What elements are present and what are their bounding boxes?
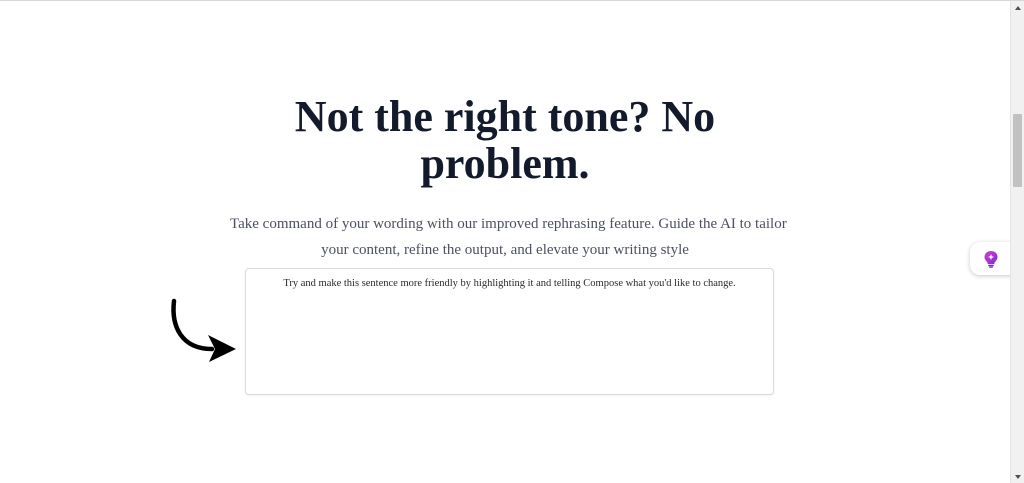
editor-sample-text[interactable]: Try and make this sentence more friendly…	[246, 277, 773, 291]
description-line-1: Take command of your wording with our im…	[230, 216, 787, 232]
headline-line-2: problem.	[420, 139, 590, 188]
vertical-scrollbar[interactable]	[1010, 1, 1024, 483]
browser-viewport: Not the right tone? No problem. Take com…	[0, 0, 1024, 483]
scroll-down-button[interactable]	[1011, 470, 1024, 483]
section-description: Take command of your wording with our im…	[230, 211, 787, 263]
page-content: Not the right tone? No problem. Take com…	[0, 1, 1010, 483]
scroll-up-button[interactable]	[1011, 1, 1024, 15]
scroll-up-arrow-icon	[1014, 6, 1021, 10]
section-headline: Not the right tone? No problem.	[0, 93, 1010, 187]
description-line-2: your content, refine the output, and ele…	[321, 242, 689, 258]
scrollbar-thumb[interactable]	[1013, 114, 1022, 187]
lightbulb-icon	[984, 250, 998, 268]
scroll-down-arrow-icon	[1014, 475, 1021, 479]
demo-editor[interactable]: Try and make this sentence more friendly…	[245, 268, 774, 395]
headline-line-1: Not the right tone? No	[294, 92, 716, 141]
curved-arrow-icon	[171, 298, 236, 362]
